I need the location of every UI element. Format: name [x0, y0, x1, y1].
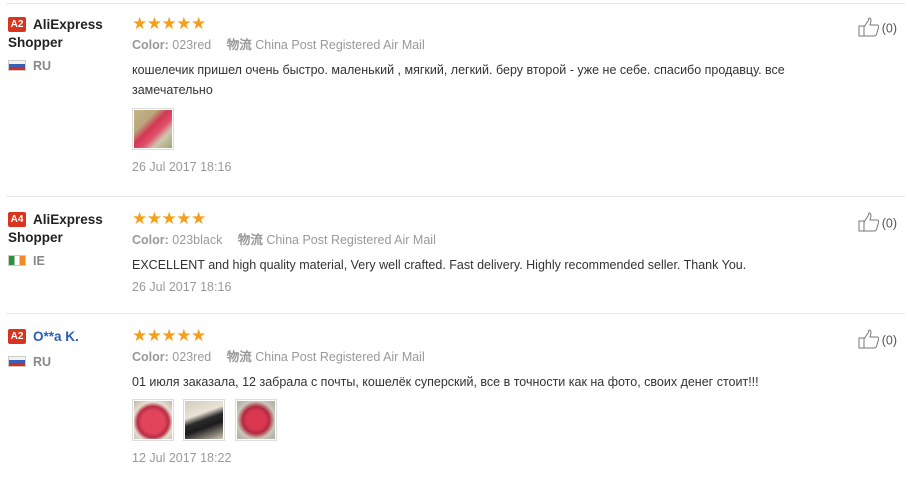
helpful-button[interactable]: (0) [858, 212, 897, 236]
thumbs-up-icon [858, 329, 880, 353]
photo-image [236, 401, 275, 439]
level-badge: A2 [8, 16, 26, 32]
review-date: 12 Jul 2017 18:22 [132, 451, 232, 465]
color-label: Color: [132, 233, 169, 247]
order-info: Color: 023red 物流 China Post Registered A… [132, 37, 832, 53]
level-badge: A2 [8, 328, 26, 344]
logistics-icon: 物流 [226, 38, 252, 52]
reviewer-info: A2 O**a K. RU [8, 328, 126, 369]
helpful-count: (0) [881, 21, 897, 36]
order-info: Color: 023black 物流 China Post Registered… [132, 232, 832, 248]
photo-image [134, 110, 172, 148]
rating-stars: ★★★★★ [132, 326, 206, 345]
review-photo-thumbnail[interactable] [234, 399, 277, 441]
review-photo-thumbnail[interactable] [132, 399, 174, 441]
reviewer-name: A2 AliExpress Shopper [8, 16, 103, 50]
reviewer-country: RU [8, 355, 126, 369]
color-label: Color: [132, 350, 169, 364]
reviewer-country: RU [8, 59, 126, 73]
color-value: 023red [172, 38, 212, 52]
reviewer-name[interactable]: A2 O**a K. [8, 328, 126, 346]
review-text: EXCELLENT and high quality material, Ver… [132, 258, 747, 272]
review-photos [132, 399, 832, 441]
rating-stars: ★★★★★ [132, 14, 206, 33]
thumbs-up-icon [858, 17, 880, 41]
review-date: 26 Jul 2017 18:16 [132, 160, 232, 174]
flag-ie-icon [8, 255, 26, 267]
review-text: кошелечик пришел очень быстро. маленький… [132, 63, 785, 97]
shipping-method: China Post Registered Air Mail [266, 233, 436, 247]
reviewer-name: A4 AliExpress Shopper [8, 211, 103, 245]
review-content: ★★★★★ Color: 023red 物流 China Post Regist… [132, 327, 832, 466]
helpful-button[interactable]: (0) [858, 329, 897, 353]
photo-image [134, 401, 172, 439]
review-divider [6, 313, 905, 314]
review-photo-thumbnail[interactable] [183, 399, 226, 441]
rating-stars: ★★★★★ [132, 209, 206, 228]
color-label: Color: [132, 38, 169, 52]
order-info: Color: 023red 物流 China Post Registered A… [132, 349, 832, 365]
flag-ru-icon [8, 356, 26, 368]
review-photos [132, 108, 832, 150]
photo-image [185, 401, 224, 439]
thumbs-up-icon [858, 212, 880, 236]
color-value: 023black [172, 233, 223, 247]
flag-ru-icon [8, 60, 26, 72]
helpful-button[interactable]: (0) [858, 17, 897, 41]
top-divider [6, 3, 905, 4]
level-badge: A4 [8, 211, 26, 227]
review-divider [6, 196, 905, 197]
review-content: ★★★★★ Color: 023black 物流 China Post Regi… [132, 210, 832, 295]
review-date: 26 Jul 2017 18:16 [132, 280, 232, 294]
shipping-method: China Post Registered Air Mail [255, 38, 425, 52]
logistics-icon: 物流 [237, 233, 263, 247]
reviewer-info: A2 AliExpress Shopper RU [8, 16, 126, 73]
reviewer-country: IE [8, 254, 126, 268]
reviewer-info: A4 AliExpress Shopper IE [8, 211, 126, 268]
review-text: 01 июля заказала, 12 забрала с почты, ко… [132, 375, 759, 389]
review-photo-thumbnail[interactable] [132, 108, 174, 150]
review-content: ★★★★★ Color: 023red 物流 China Post Regist… [132, 15, 832, 175]
color-value: 023red [172, 350, 212, 364]
shipping-method: China Post Registered Air Mail [255, 350, 425, 364]
helpful-count: (0) [881, 333, 897, 348]
logistics-icon: 物流 [226, 350, 252, 364]
helpful-count: (0) [881, 216, 897, 231]
